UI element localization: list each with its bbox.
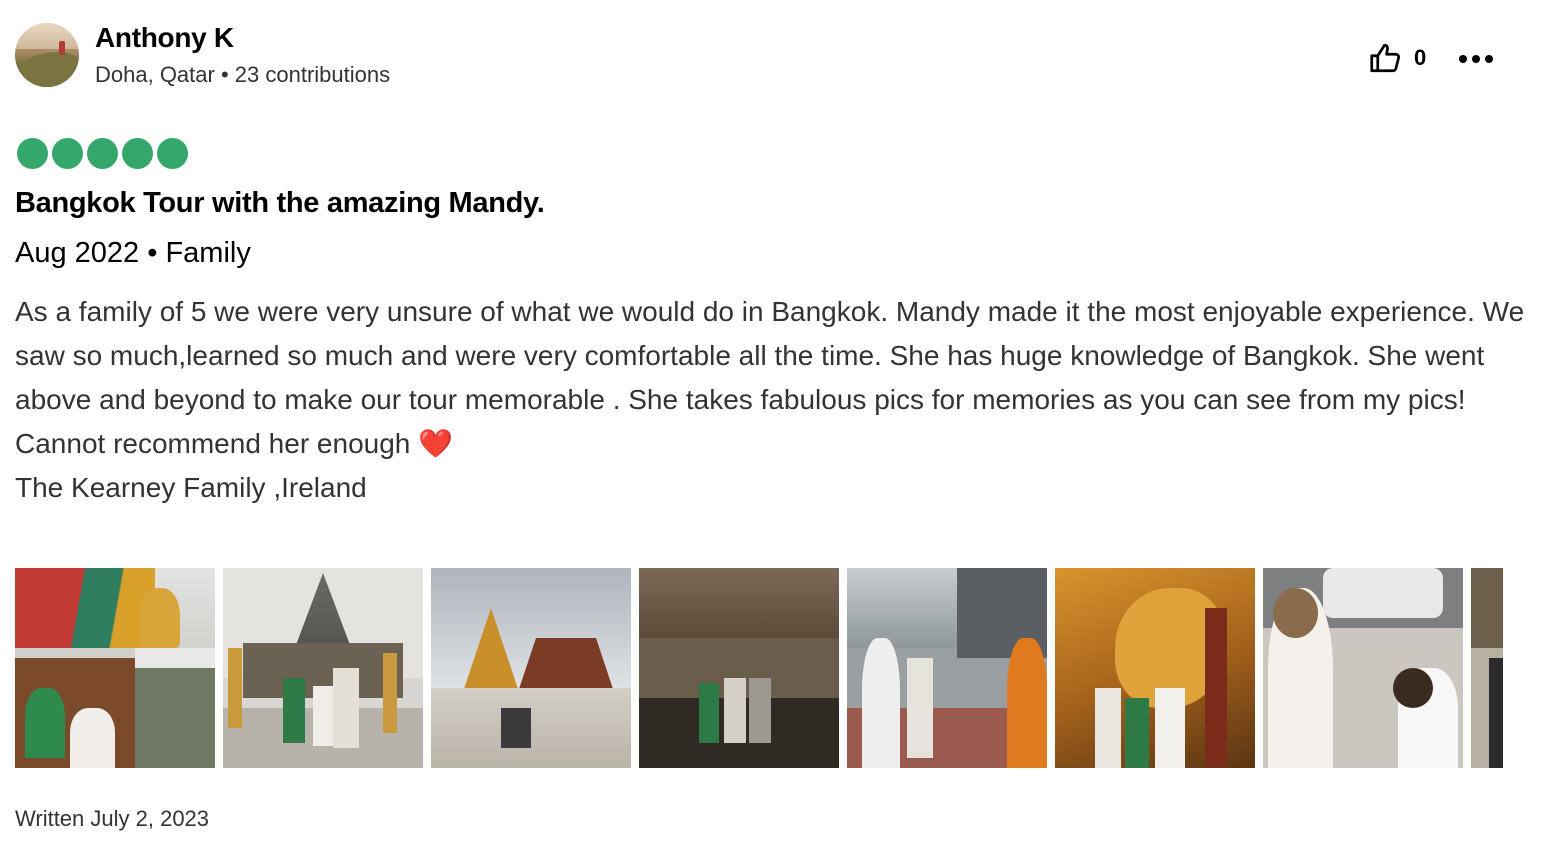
review-photo[interactable]	[1263, 568, 1463, 768]
review-title[interactable]: Bangkok Tour with the amazing Mandy.	[15, 187, 545, 220]
helpful-button[interactable]: 0	[1368, 40, 1426, 76]
reviewer-name[interactable]: Anthony K	[95, 22, 234, 54]
review-photo[interactable]	[15, 568, 215, 768]
reviewer-contributions: 23 contributions	[234, 62, 391, 87]
review-photo[interactable]	[847, 568, 1047, 768]
review-photo[interactable]	[1055, 568, 1255, 768]
more-dot	[1485, 55, 1493, 63]
avatar-sky	[15, 23, 79, 49]
rating-bubble-icon	[122, 138, 153, 169]
meta-separator: •	[220, 62, 229, 87]
thumbs-up-icon	[1370, 43, 1401, 73]
trip-date: Aug 2022	[15, 237, 140, 269]
rating-bubble-icon	[87, 138, 118, 169]
reviewer-location: Doha, Qatar	[95, 62, 215, 87]
rating-bubble-icon	[157, 138, 188, 169]
review-photo[interactable]	[639, 568, 839, 768]
written-date: Written July 2, 2023	[15, 806, 210, 831]
avatar-person	[59, 41, 65, 55]
trip-type: Family	[165, 237, 251, 269]
reviewer-avatar[interactable]	[15, 23, 79, 87]
trip-info: Aug 2022 • Family	[15, 237, 251, 270]
more-options-button[interactable]	[1456, 42, 1496, 74]
rating-bubble-icon	[17, 138, 48, 169]
rating-bubbles	[17, 138, 188, 169]
rating-bubble-icon	[52, 138, 83, 169]
review-photo[interactable]	[223, 568, 423, 768]
review-line: Cannot recommend her enough ❤️	[15, 422, 1525, 466]
helpful-count: 0	[1414, 45, 1427, 70]
review-paragraph: As a family of 5 we were very unsure of …	[15, 296, 1525, 415]
reviewer-meta: Doha, Qatar • 23 contributions	[95, 62, 390, 88]
review-photo[interactable]	[1471, 568, 1503, 768]
review-body: As a family of 5 we were very unsure of …	[15, 290, 1525, 510]
more-dot	[1472, 55, 1480, 63]
trip-separator: •	[147, 237, 158, 269]
avatar-hill	[15, 45, 79, 87]
photo-strip	[15, 568, 1503, 768]
review-photo[interactable]	[431, 568, 631, 768]
review-recommend: Cannot recommend her enough	[15, 428, 411, 459]
review-signature: The Kearney Family ,Ireland	[15, 472, 367, 503]
heart-icon: ❤️	[418, 428, 454, 459]
more-dots-icon	[1459, 55, 1467, 63]
